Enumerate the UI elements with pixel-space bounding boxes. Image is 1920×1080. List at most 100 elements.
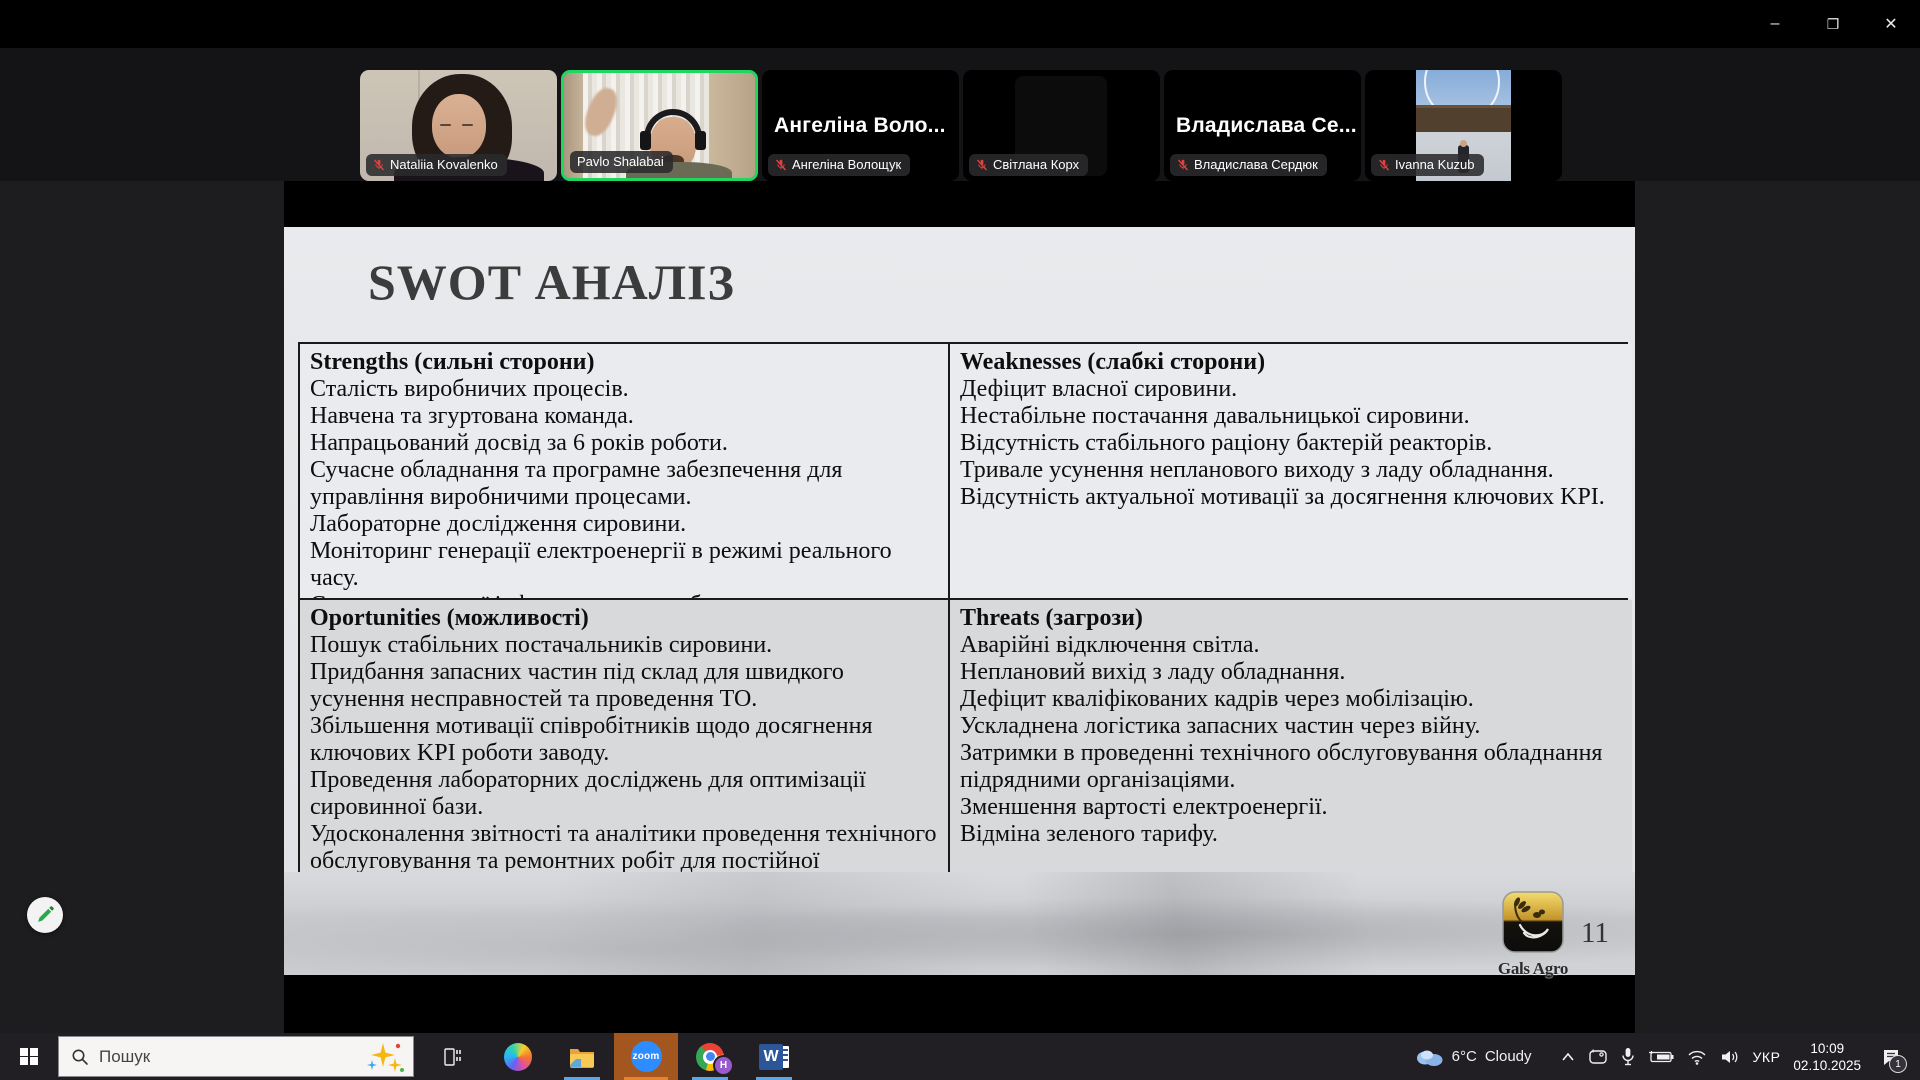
swot-items: Пошук стабільних постачальників сировини… — [310, 632, 940, 876]
swot-item: Аварійні відключення світла. — [960, 632, 1624, 659]
taskbar-apps: zoom H W — [422, 1033, 806, 1080]
start-button[interactable] — [0, 1033, 58, 1080]
slide-title: SWOT АНАЛІЗ — [368, 253, 735, 311]
word-button[interactable]: W — [742, 1033, 806, 1080]
copilot-icon — [504, 1043, 532, 1071]
swot-header: Strengths (сильні сторони) — [310, 348, 940, 376]
name-tag: Владислава Сердюк — [1170, 154, 1327, 176]
minimize-button[interactable]: – — [1746, 0, 1804, 48]
participant-name: Ivanna Kuzub — [1395, 157, 1475, 172]
battery-charging-icon — [1648, 1050, 1674, 1064]
swot-item: Статус критичної інфраструктури та броню… — [310, 592, 940, 598]
muted-mic-icon — [775, 159, 787, 171]
swot-item: Відсутність стабільного раціону бактерій… — [960, 430, 1624, 457]
battery-status-button[interactable] — [1648, 1050, 1674, 1064]
swot-items: Сталість виробничих процесів.Навчена та … — [310, 376, 940, 598]
swot-item: Навчена та згуртована команда. — [310, 403, 940, 430]
task-view-icon — [443, 1046, 465, 1068]
swot-item: Дефіцит власної сировини. — [960, 376, 1624, 403]
swot-item: Неплановий вихід з ладу обладнання. — [960, 659, 1624, 686]
swot-item: Напрацьований досвід за 6 років роботи. — [310, 430, 940, 457]
clock[interactable]: 10:09 02.10.2025 — [1793, 1040, 1861, 1074]
swot-items: Дефіцит власної сировини.Нестабільне пос… — [960, 376, 1624, 511]
network-button[interactable] — [1687, 1049, 1707, 1065]
swot-item: Сучасне обладнання та програмне забезпеч… — [310, 457, 940, 511]
name-tag: Pavlo Shalabai — [570, 151, 673, 173]
wifi-icon — [1687, 1049, 1707, 1065]
swot-item: Відсутність актуальної мотивації за дося… — [960, 484, 1624, 511]
participant-name: Ангеліна Волощук — [792, 157, 901, 172]
restore-button[interactable]: ❐ — [1804, 0, 1862, 48]
swot-item: Нестабільне постачання давальницької сир… — [960, 403, 1624, 430]
participant-name: Світлана Корх — [993, 157, 1079, 172]
swot-item: Затримки в проведенні технічного обслуго… — [960, 740, 1624, 794]
swot-cell-opportunities: Oportunities (можливості) Пошук стабільн… — [300, 600, 948, 876]
pencil-icon — [35, 905, 55, 925]
participant-tile-vladyslava[interactable]: Владислава Се... Владислава Сердюк — [1164, 70, 1361, 181]
swot-item: Зменшення вартості електроенергії. — [960, 794, 1624, 821]
weather-widget[interactable]: 6°C Cloudy — [1414, 1047, 1532, 1067]
tray-expand-button[interactable] — [1561, 1052, 1575, 1062]
participant-name: Nataliia Kovalenko — [390, 157, 498, 172]
swot-cell-weaknesses: Weaknesses (слабкі сторони) Дефіцит влас… — [950, 344, 1632, 598]
copilot-sparkle-icon — [365, 1040, 405, 1074]
windows-logo-icon — [20, 1048, 38, 1066]
zoom-icon: zoom — [631, 1041, 662, 1072]
swot-cell-strengths: Strengths (сильні сторони) Сталість виро… — [300, 344, 948, 598]
camera-device-button[interactable] — [1588, 1048, 1608, 1066]
search-input[interactable]: Пошук — [58, 1036, 414, 1077]
microphone-device-button[interactable] — [1621, 1047, 1635, 1067]
company-logo: Gals Agro — [1492, 891, 1574, 979]
swot-header: Oportunities (можливості) — [310, 604, 940, 632]
microphone-icon — [1621, 1047, 1635, 1067]
notification-center-button[interactable]: 1 — [1874, 1033, 1908, 1080]
copilot-button[interactable] — [486, 1033, 550, 1080]
file-explorer-icon — [568, 1045, 596, 1069]
presentation-slide: SWOT АНАЛІЗ Strengths (сильні сторони) С… — [284, 227, 1635, 975]
task-view-button[interactable] — [422, 1033, 486, 1080]
muted-mic-icon — [976, 159, 988, 171]
swot-item: Відміна зеленого тарифу. — [960, 821, 1624, 848]
slide-page-number: 11 — [1581, 917, 1609, 950]
speaker-icon — [1720, 1049, 1740, 1065]
taskbar: Пошук — [0, 1033, 1920, 1080]
muted-mic-icon — [1177, 159, 1189, 171]
zoom-button[interactable]: zoom — [614, 1033, 678, 1080]
swot-items: Аварійні відключення світла.Неплановий в… — [960, 632, 1624, 848]
participant-tile-anhelina[interactable]: Ангеліна Воло... Ангеліна Волощук — [762, 70, 959, 181]
window-controls: – ❐ ✕ — [1746, 0, 1920, 48]
swot-item: Збільшення мотивації співробітників щодо… — [310, 713, 940, 767]
close-button[interactable]: ✕ — [1862, 0, 1920, 48]
swot-item: Тривале усунення непланового виходу з ла… — [960, 457, 1624, 484]
name-tag: Ангеліна Волощук — [768, 154, 910, 176]
swot-item: Проведення лабораторних досліджень для о… — [310, 767, 940, 821]
file-explorer-button[interactable] — [550, 1033, 614, 1080]
chrome-button[interactable]: H — [678, 1033, 742, 1080]
name-tag: Nataliia Kovalenko — [366, 154, 507, 176]
name-tag: Ivanna Kuzub — [1371, 154, 1484, 176]
participant-name: Владислава Сердюк — [1194, 157, 1318, 172]
chrome-profile-badge: H — [713, 1055, 734, 1076]
screen-share-area: SWOT АНАЛІЗ Strengths (сильні сторони) С… — [0, 181, 1920, 1033]
notification-count-badge: 1 — [1889, 1055, 1907, 1073]
participant-tile-pavlo[interactable]: Pavlo Shalabai — [561, 70, 758, 181]
swot-item: Сталість виробничих процесів. — [310, 376, 940, 403]
volume-button[interactable] — [1720, 1049, 1740, 1065]
participant-tile-ivanna[interactable]: Ivanna Kuzub — [1365, 70, 1562, 181]
gals-agro-logo-icon — [1502, 891, 1564, 953]
language-indicator[interactable]: УКР — [1753, 1049, 1781, 1065]
window-titlebar: – ❐ ✕ — [0, 0, 1920, 48]
weather-condition: Cloudy — [1485, 1048, 1532, 1065]
cloud-icon — [1414, 1047, 1444, 1067]
participant-tile-svitlana[interactable]: Світлана Корх — [963, 70, 1160, 181]
date: 02.10.2025 — [1793, 1057, 1861, 1074]
swot-item: Придбання запасних частин під склад для … — [310, 659, 940, 713]
annotate-button[interactable] — [27, 897, 63, 933]
participant-tile-nataliia[interactable]: Nataliia Kovalenko — [360, 70, 557, 181]
slide-footer-photo — [284, 872, 1635, 975]
chevron-up-icon — [1561, 1052, 1575, 1062]
name-tag: Світлана Корх — [969, 154, 1088, 176]
taskbar-tray: 6°C Cloudy — [1414, 1033, 1920, 1080]
swot-header: Threats (загрози) — [960, 604, 1624, 632]
weather-temp: 6°C — [1452, 1048, 1477, 1065]
